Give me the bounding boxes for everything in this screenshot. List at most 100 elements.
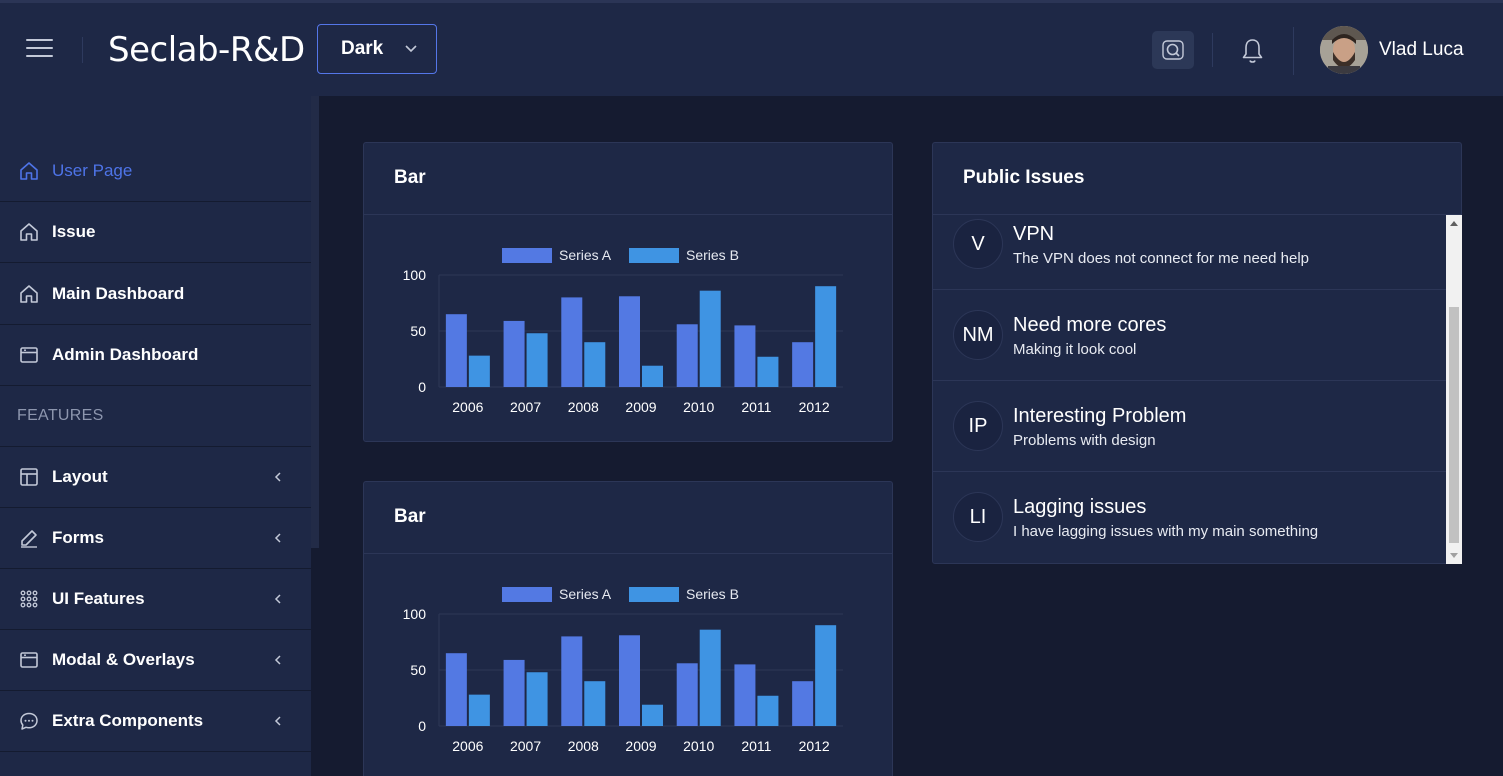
search-button[interactable] bbox=[1152, 31, 1194, 69]
x-tick-label: 2011 bbox=[741, 738, 771, 754]
search-icon bbox=[1162, 40, 1184, 60]
window-icon bbox=[20, 347, 38, 363]
chevron-left-icon bbox=[274, 472, 281, 482]
issue-title: VPN bbox=[1013, 223, 1055, 245]
sidebar-item-admin-dashboard[interactable]: Admin Dashboard bbox=[0, 325, 311, 386]
legend-swatch bbox=[629, 587, 679, 602]
scroll-down-arrow-icon[interactable] bbox=[1450, 553, 1458, 558]
sidebar-item-label: Forms bbox=[52, 528, 104, 547]
x-tick-label: 2006 bbox=[452, 399, 483, 415]
sidebar-item-ui-features[interactable]: UI Features bbox=[0, 569, 311, 630]
chevron-left-icon bbox=[274, 594, 281, 604]
issue-avatar: LI bbox=[953, 492, 1003, 542]
chat-icon bbox=[20, 712, 38, 730]
avatar[interactable] bbox=[1320, 26, 1368, 74]
bar bbox=[503, 659, 525, 726]
issue-item-lagging-issues[interactable]: LI Lagging issues I have lagging issues … bbox=[933, 472, 1446, 563]
bar bbox=[642, 704, 663, 726]
home-icon bbox=[20, 223, 38, 241]
brand-title: Seclab-R&D bbox=[108, 30, 305, 70]
legend-label: Series B bbox=[686, 586, 739, 602]
bar bbox=[619, 635, 640, 726]
sidebar-item-issue[interactable]: Issue bbox=[0, 202, 311, 263]
bar bbox=[757, 695, 779, 726]
card-title: Public Issues bbox=[963, 167, 1085, 188]
x-tick-label: 2010 bbox=[683, 738, 714, 754]
bar bbox=[757, 356, 779, 387]
sidebar-scrollbar[interactable] bbox=[311, 96, 319, 548]
chevron-left-icon bbox=[274, 655, 281, 665]
bar bbox=[584, 342, 606, 387]
header-divider bbox=[1212, 33, 1213, 67]
grid-dots-icon bbox=[20, 590, 38, 608]
bar bbox=[468, 694, 490, 726]
bar bbox=[468, 355, 490, 387]
bar bbox=[584, 681, 606, 726]
sidebar-item-label: Modal & Overlays bbox=[52, 650, 195, 669]
bar bbox=[676, 324, 698, 387]
issue-description: Problems with design bbox=[1013, 432, 1156, 449]
sidebar-item-layout[interactable]: Layout bbox=[0, 447, 311, 508]
issue-description: The VPN does not connect for me need hel… bbox=[1013, 250, 1310, 267]
bar bbox=[526, 333, 548, 387]
header-divider bbox=[1293, 27, 1294, 75]
theme-select-value: Dark bbox=[341, 38, 384, 59]
x-tick-label: 2010 bbox=[683, 399, 714, 415]
bar-chart: Series A Series B 0 50 100 2006 2007 2008 2009 20… bbox=[403, 586, 843, 754]
layout-icon bbox=[20, 468, 38, 486]
menu-icon[interactable] bbox=[26, 39, 53, 59]
y-tick-label: 100 bbox=[403, 606, 427, 622]
sidebar-item-modal-overlays[interactable]: Modal & Overlays bbox=[0, 630, 311, 691]
sidebar-item-forms[interactable]: Forms bbox=[0, 508, 311, 569]
window-icon bbox=[20, 652, 38, 668]
bar-chart: Series A Series B 0 50 100 2006 2007 2008 2009 20… bbox=[403, 247, 843, 415]
x-tick-label: 2007 bbox=[510, 399, 541, 415]
x-tick-label: 2008 bbox=[568, 399, 599, 415]
pencil-icon bbox=[21, 530, 37, 548]
legend-swatch bbox=[502, 587, 552, 602]
sidebar-item-label: Admin Dashboard bbox=[52, 345, 199, 364]
bell-icon[interactable] bbox=[1240, 37, 1265, 65]
card-title: Bar bbox=[394, 167, 426, 188]
issue-description: Making it look cool bbox=[1013, 341, 1137, 358]
bar bbox=[445, 314, 467, 387]
y-tick-label: 100 bbox=[403, 267, 427, 283]
issues-scrollbar[interactable] bbox=[1446, 215, 1462, 564]
bar bbox=[815, 625, 837, 726]
issues-list: V VPN The VPN does not connect for me ne… bbox=[933, 215, 1446, 564]
sidebar-item-label: Issue bbox=[52, 222, 96, 241]
y-tick-label: 50 bbox=[410, 662, 426, 678]
issue-avatar: NM bbox=[953, 310, 1003, 360]
card-title: Bar bbox=[394, 506, 426, 527]
username[interactable]: Vlad Luca bbox=[1379, 39, 1464, 61]
issue-avatar: V bbox=[953, 219, 1003, 269]
bar bbox=[445, 653, 467, 726]
sidebar-item-extra-components[interactable]: Extra Components bbox=[0, 691, 311, 752]
scroll-up-arrow-icon[interactable] bbox=[1450, 221, 1458, 226]
chevron-left-icon bbox=[274, 533, 281, 543]
sidebar-item-label: Main Dashboard bbox=[52, 284, 185, 303]
legend-label: Series A bbox=[559, 586, 612, 602]
issue-description: I have lagging issues with my main somet… bbox=[1013, 523, 1319, 540]
bar-chart-card: Bar Series A Series B 0 50 100 2006 2007 2008 20… bbox=[363, 142, 893, 442]
x-tick-label: 2011 bbox=[741, 399, 771, 415]
sidebar-item-label: UI Features bbox=[52, 589, 145, 608]
public-issues-card: Public Issues V VPN The VPN does not con… bbox=[932, 142, 1462, 564]
issue-item-need-more-cores[interactable]: NM Need more cores Making it look cool bbox=[933, 290, 1446, 381]
bar bbox=[734, 325, 756, 387]
sidebar-item-main-dashboard[interactable]: Main Dashboard bbox=[0, 264, 311, 325]
sidebar-item-user-page[interactable]: User Page bbox=[0, 141, 311, 202]
issue-item-interesting-problem[interactable]: IP Interesting Problem Problems with des… bbox=[933, 381, 1446, 472]
bar bbox=[642, 365, 663, 387]
x-tick-label: 2006 bbox=[452, 738, 483, 754]
y-tick-label: 0 bbox=[418, 718, 426, 734]
theme-select[interactable]: Dark bbox=[317, 24, 437, 74]
bar bbox=[699, 629, 721, 726]
issue-item-vpn[interactable]: V VPN The VPN does not connect for me ne… bbox=[933, 215, 1446, 290]
sidebar-item-label: Layout bbox=[52, 467, 108, 486]
bar bbox=[619, 296, 640, 387]
legend-swatch bbox=[502, 248, 552, 263]
scrollbar-thumb[interactable] bbox=[1449, 307, 1459, 543]
chevron-down-icon bbox=[405, 45, 417, 53]
bar bbox=[561, 297, 583, 387]
